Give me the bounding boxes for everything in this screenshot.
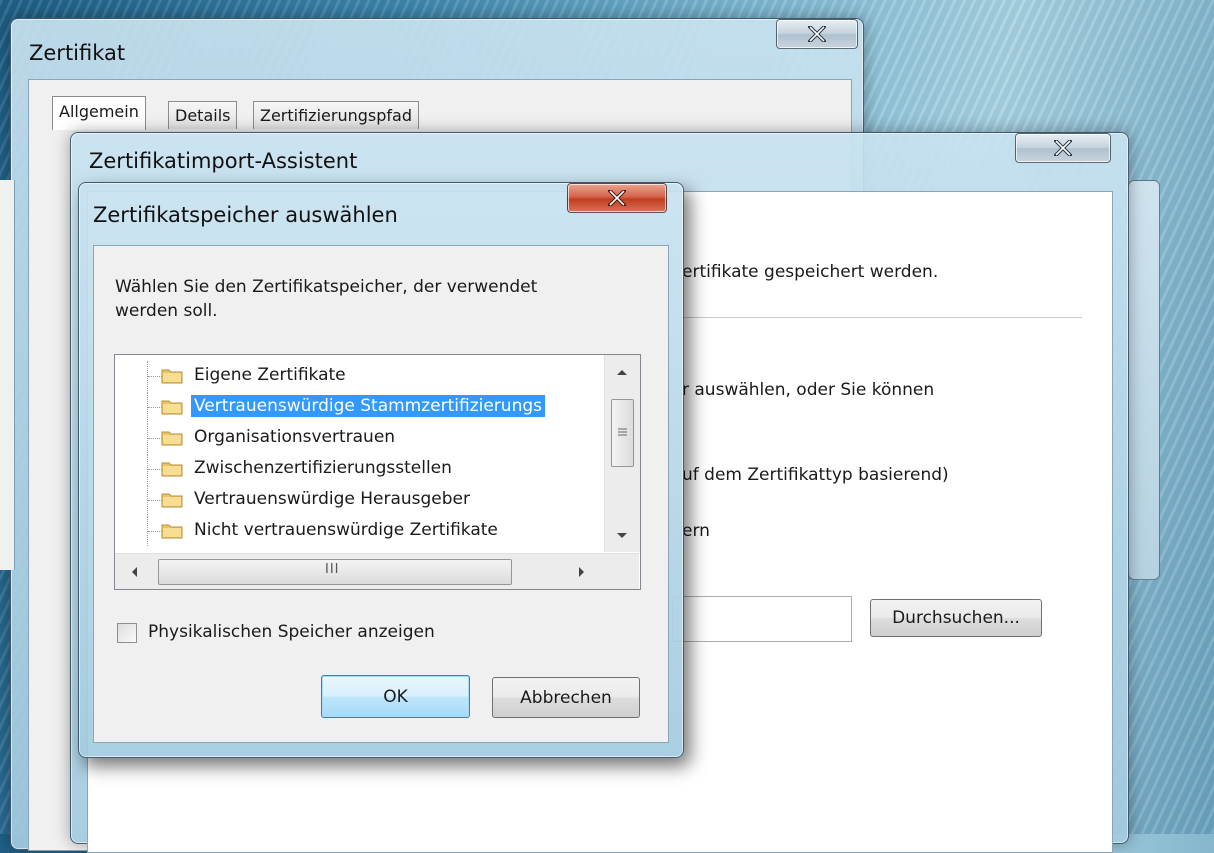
tree-horizontal-scrollbar[interactable]: III xyxy=(115,553,639,589)
background-window-edge xyxy=(0,180,15,570)
wizard-text-store: ern xyxy=(682,521,710,541)
tree-item-stammzertifizierung[interactable]: Vertrauenswürdige Stammzertifizierungs xyxy=(115,392,590,422)
tree-viewport: Eigene Zertifikate Vertrauenswürdige Sta… xyxy=(115,361,603,553)
folder-icon xyxy=(161,462,183,477)
folder-icon xyxy=(161,524,183,539)
import-wizard-close-button[interactable] xyxy=(1015,133,1111,163)
scroll-up-icon[interactable] xyxy=(615,367,629,377)
close-icon xyxy=(608,190,626,206)
browse-button[interactable]: Durchsuchen... xyxy=(870,599,1042,637)
tree-item-herausgeber[interactable]: Vertrauenswürdige Herausgeber xyxy=(115,485,590,515)
tree-item-label: Zwischenzertifizierungsstellen xyxy=(194,458,452,478)
certificate-window-title: Zertifikat xyxy=(29,41,126,65)
certificate-window-close-button[interactable] xyxy=(776,19,858,49)
certificate-store-field[interactable] xyxy=(672,596,852,642)
tree-item-label: Eigene Zertifikate xyxy=(194,365,346,385)
tree-item-organisationsvertrauen[interactable]: Organisationsvertrauen xyxy=(115,423,590,453)
scroll-down-icon[interactable] xyxy=(615,531,629,541)
background-window-right xyxy=(1128,180,1160,580)
tree-item-eigene[interactable]: Eigene Zertifikate xyxy=(115,361,590,391)
import-wizard-title: Zertifikatimport-Assistent xyxy=(89,149,358,173)
wizard-text-auto-type: uf dem Zertifikattyp basierend) xyxy=(682,465,949,485)
folder-icon xyxy=(161,431,183,446)
folder-icon xyxy=(161,493,183,508)
certificate-store-tree[interactable]: Eigene Zertifikate Vertrauenswürdige Sta… xyxy=(114,354,641,590)
scroll-left-icon[interactable] xyxy=(129,565,139,579)
horizontal-scroll-thumb[interactable]: III xyxy=(158,559,512,585)
scroll-right-icon[interactable] xyxy=(577,565,587,579)
close-icon xyxy=(1054,140,1072,156)
tree-item-nicht-vertrauenswuerdig[interactable]: Nicht vertrauenswürdige Zertifikate xyxy=(115,516,590,546)
tree-item-label: Organisationsvertrauen xyxy=(194,427,396,447)
tree-vertical-scrollbar[interactable] xyxy=(604,355,640,552)
tree-item-label: Nicht vertrauenswürdige Zertifikate xyxy=(194,520,498,540)
instruction-line-1: Wählen Sie den Zertifikatspeicher, der v… xyxy=(115,277,538,297)
store-select-close-button[interactable] xyxy=(567,183,667,213)
physical-store-label: Physikalischen Speicher anzeigen xyxy=(148,622,435,642)
folder-icon xyxy=(161,400,183,415)
instruction-line-2: werden soll. xyxy=(115,301,218,321)
tab-details[interactable]: Details xyxy=(168,101,238,129)
horizontal-grip: III xyxy=(325,562,340,577)
grip-icon xyxy=(618,428,627,436)
close-icon xyxy=(808,26,826,42)
tree-item-label: Vertrauenswürdige Herausgeber xyxy=(194,489,471,509)
tree-item-label: Vertrauenswürdige Stammzertifizierungs xyxy=(191,395,545,417)
cancel-button[interactable]: Abbrechen xyxy=(492,677,640,718)
wizard-separator xyxy=(676,317,1082,318)
tree-item-zwischenzertifizierung[interactable]: Zwischenzertifizierungsstellen xyxy=(115,454,590,484)
tab-zertifizierungspfad[interactable]: Zertifizierungspfad xyxy=(253,101,419,129)
vertical-scroll-thumb[interactable] xyxy=(611,399,634,467)
wizard-text-select: r auswählen, oder Sie können xyxy=(682,380,935,400)
store-select-title: Zertifikatspeicher auswählen xyxy=(93,203,398,227)
ok-button[interactable]: OK xyxy=(321,675,470,718)
wizard-text-stored: ertifikate gespeichert werden. xyxy=(682,262,939,282)
physical-store-checkbox[interactable] xyxy=(117,623,137,643)
tab-allgemein[interactable]: Allgemein xyxy=(52,96,146,130)
folder-icon xyxy=(161,369,183,384)
